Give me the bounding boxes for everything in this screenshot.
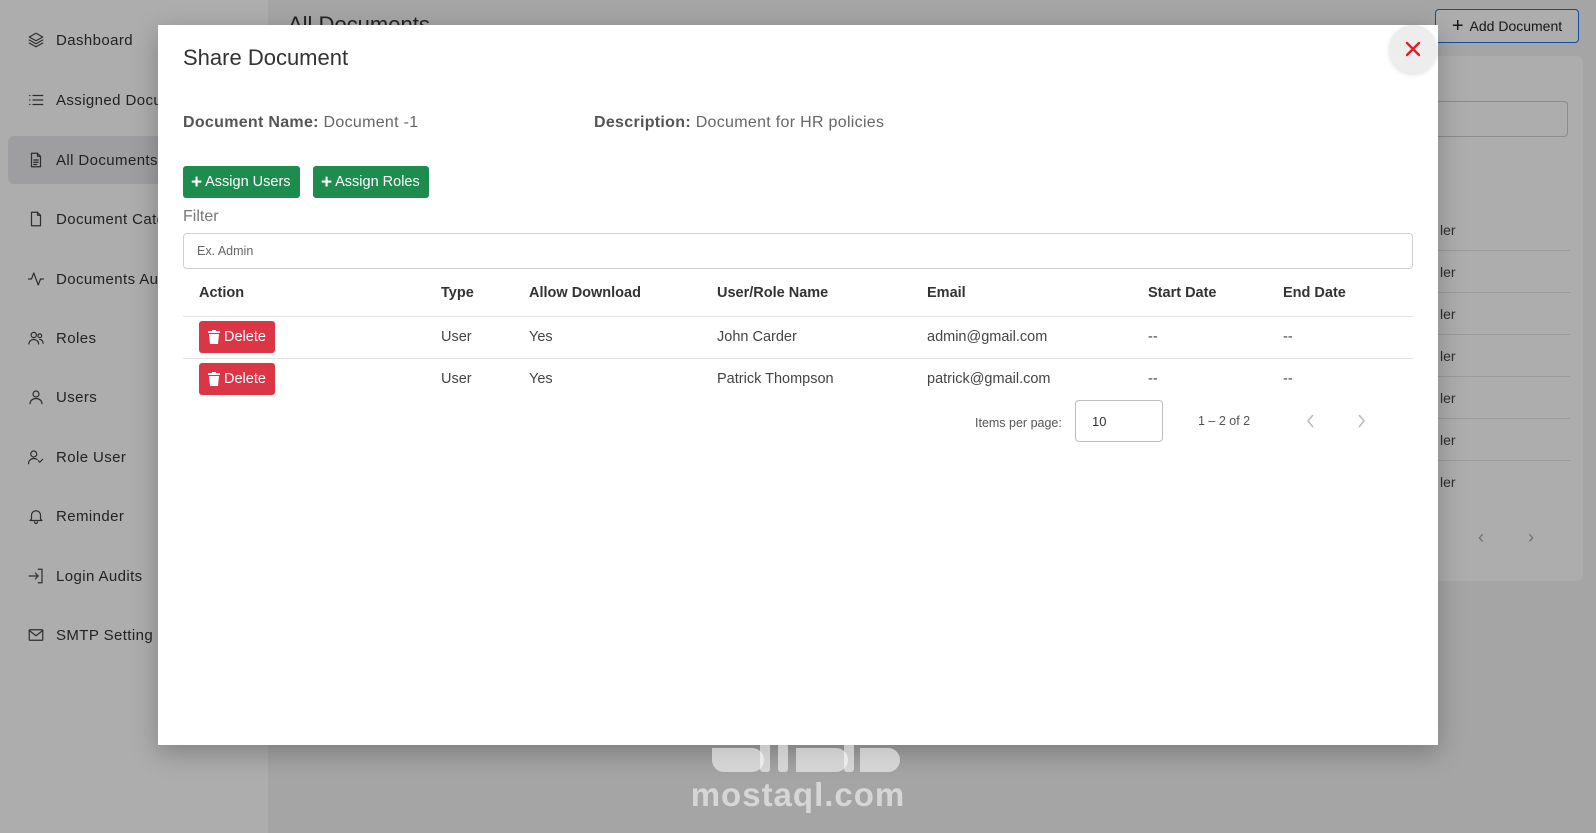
previous-page-button[interactable] (1299, 409, 1323, 433)
allow-download-cell: Yes (529, 371, 553, 388)
permissions-table: Action Type Allow Download User/Role Nam… (183, 270, 1413, 400)
description-value: Document for HR policies (695, 114, 885, 131)
assign-roles-button[interactable]: + Assign Roles (313, 166, 429, 198)
delete-button[interactable]: Delete (199, 363, 275, 396)
filter-input[interactable] (183, 233, 1413, 269)
column-header-action: Action (183, 270, 425, 317)
allow-download-cell: Yes (513, 316, 701, 359)
items-per-page-label: Items per page: (975, 416, 1062, 430)
action-cell: Delete (183, 316, 425, 359)
end-date-cell: -- (1267, 316, 1413, 359)
type-cell: User (441, 371, 472, 388)
table-row: Delete User Yes Patrick Thompson patrick… (183, 358, 1413, 400)
column-header-allow-download: Allow Download (513, 270, 701, 317)
trash-icon (208, 372, 220, 387)
close-dialog-button[interactable] (1389, 25, 1437, 73)
items-per-page-value: 10 (1092, 413, 1107, 429)
action-cell: Delete (183, 358, 425, 400)
document-name-field: Document Name: Document -1 (183, 114, 418, 132)
plus-icon: + (321, 171, 333, 193)
email-cell: patrick@gmail.com (927, 371, 1051, 388)
dialog-title: Share Document (183, 45, 349, 70)
table-row: Delete User Yes John Carder admin@gmail.… (183, 316, 1413, 359)
column-header-end-date: End Date (1267, 270, 1413, 317)
page-range-label: 1 – 2 of 2 (1198, 414, 1251, 428)
email-cell: admin@gmail.com (911, 316, 1132, 359)
plus-icon: + (191, 171, 203, 193)
close-icon (1405, 41, 1421, 57)
description-field: Description: Document for HR policies (594, 114, 884, 132)
document-name-value: Document -1 (323, 114, 419, 131)
start-date-cell: -- (1132, 316, 1267, 359)
watermark-logo (712, 728, 900, 772)
name-cell: John Carder (701, 316, 911, 359)
document-name-label: Document Name: (183, 114, 319, 131)
items-per-page-select[interactable]: 10 (1075, 400, 1163, 442)
delete-label: Delete (224, 371, 266, 388)
assign-users-label: Assign Users (205, 174, 291, 190)
assign-roles-label: Assign Roles (335, 174, 420, 190)
chevron-left-icon (1306, 414, 1314, 428)
next-page-button[interactable] (1349, 409, 1373, 433)
filter-label: Filter (183, 208, 219, 225)
chevron-right-icon (1358, 414, 1366, 428)
name-cell: Patrick Thompson (717, 371, 834, 388)
description-label: Description: (594, 114, 691, 131)
assign-users-button[interactable]: + Assign Users (183, 166, 300, 198)
column-header-start-date: Start Date (1132, 270, 1267, 317)
start-date-cell: -- (1148, 371, 1158, 388)
delete-label: Delete (224, 329, 266, 345)
end-date-cell: -- (1283, 371, 1293, 388)
trash-icon (208, 330, 220, 344)
type-cell: User (425, 316, 513, 359)
column-header-type: Type (425, 270, 513, 317)
share-document-dialog: Share Document Document Name: Document -… (158, 25, 1438, 745)
delete-button[interactable]: Delete (199, 321, 275, 353)
column-header-email: Email (911, 270, 1132, 317)
table-header-row: Action Type Allow Download User/Role Nam… (183, 270, 1413, 317)
column-header-name: User/Role Name (701, 270, 911, 317)
